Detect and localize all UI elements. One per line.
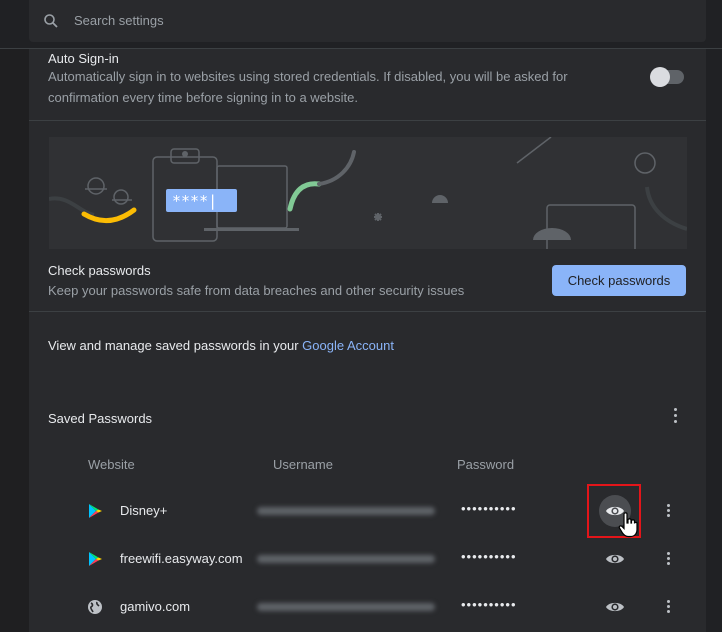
- play-store-icon: [89, 504, 102, 518]
- divider: [29, 120, 706, 121]
- check-passwords-illustration: ****|: [49, 137, 687, 249]
- check-passwords-title: Check passwords: [48, 263, 151, 278]
- banner-password-text: ****|: [172, 192, 217, 210]
- manage-text: View and manage saved passwords in your: [48, 338, 303, 353]
- username-blurred: [257, 507, 435, 515]
- manage-passwords-text: View and manage saved passwords in your …: [48, 338, 394, 353]
- site-name: gamivo.com: [120, 599, 191, 614]
- play-store-icon: [89, 552, 102, 566]
- check-passwords-button[interactable]: Check passwords: [552, 265, 686, 296]
- site-name: Disney+: [120, 503, 168, 518]
- site-name: freewifi.easyway.com: [120, 551, 243, 566]
- globe-icon: [88, 600, 102, 614]
- username-blurred: [257, 555, 435, 563]
- show-password-eye-icon[interactable]: [605, 549, 625, 569]
- show-password-eye-icon[interactable]: [605, 597, 625, 617]
- row-more-icon[interactable]: [667, 552, 671, 568]
- username-blurred: [257, 603, 435, 611]
- column-password: Password: [457, 457, 515, 472]
- password-row: gamivo.com ••••••••••: [29, 583, 706, 631]
- password-masked: ••••••••••: [461, 501, 517, 516]
- divider: [29, 311, 706, 312]
- auto-signin-toggle[interactable]: [650, 67, 684, 87]
- auto-signin-title: Auto Sign-in: [48, 51, 119, 66]
- password-masked: ••••••••••: [461, 549, 517, 564]
- illustration-graphic: ****|: [49, 137, 687, 249]
- row-more-icon[interactable]: [667, 600, 671, 616]
- hand-cursor-icon: [618, 512, 638, 538]
- top-toolbar: Search settings: [0, 0, 722, 49]
- search-placeholder: Search settings: [74, 13, 164, 28]
- check-passwords-description: Keep your passwords safe from data breac…: [48, 283, 465, 298]
- passwords-panel: Auto Sign-in Automatically sign in to we…: [29, 49, 706, 632]
- toggle-knob: [650, 67, 670, 87]
- row-more-icon[interactable]: [667, 504, 671, 520]
- saved-passwords-title: Saved Passwords: [48, 411, 153, 426]
- left-gutter: [0, 49, 29, 632]
- password-masked: ••••••••••: [461, 597, 517, 612]
- search-settings-field[interactable]: Search settings: [29, 0, 706, 42]
- saved-passwords-more-icon[interactable]: [674, 408, 678, 424]
- column-username: Username: [273, 457, 333, 472]
- search-icon: [44, 14, 58, 28]
- auto-signin-description-line1: Automatically sign in to websites using …: [48, 69, 568, 84]
- auto-signin-description-line2: confirmation every time before signing i…: [48, 90, 358, 105]
- password-row: freewifi.easyway.com ••••••••••: [29, 535, 706, 583]
- google-account-link[interactable]: Google Account: [302, 338, 394, 353]
- column-website: Website: [88, 457, 135, 472]
